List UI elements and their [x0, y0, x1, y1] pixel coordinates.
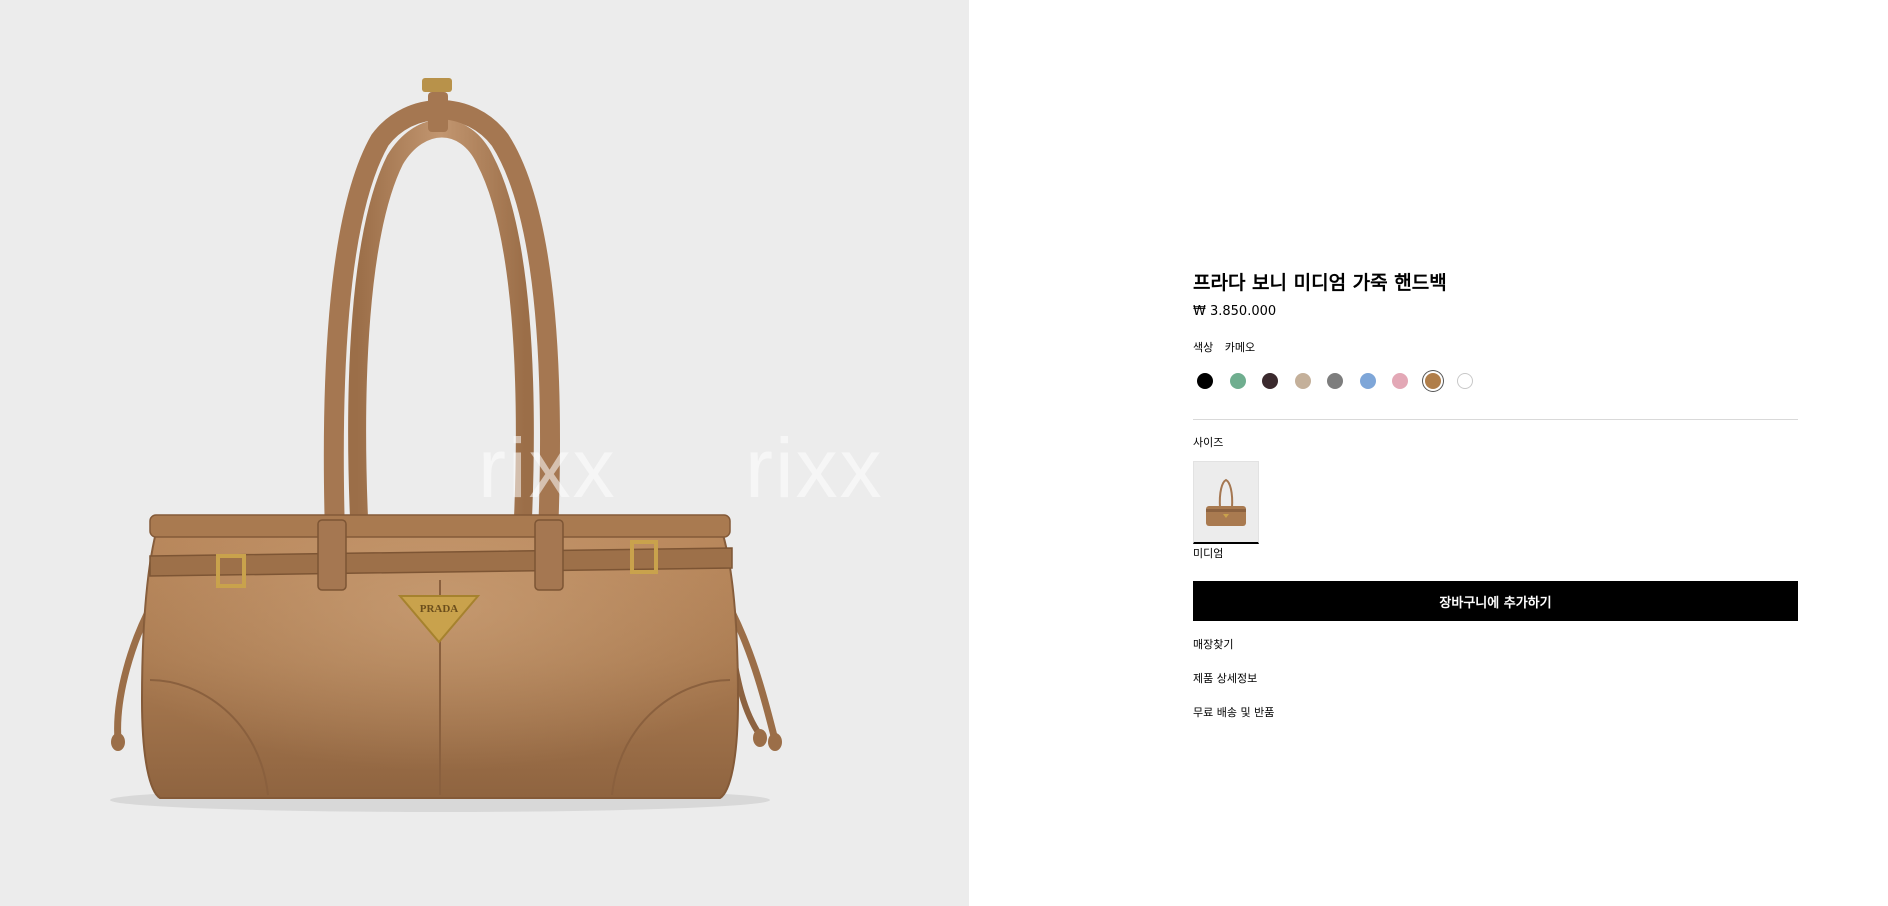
size-label: 사이즈 [1193, 436, 1224, 449]
add-to-cart-button[interactable]: 장바구니에 추가하기 [1193, 581, 1798, 621]
color-swatch-black[interactable] [1197, 373, 1213, 389]
color-swatch-grey[interactable] [1327, 373, 1343, 389]
product-page: PRADA rixx rixx 프라다 보니 미디엄 가죽 핸드백 ₩ 3.85… [0, 0, 1888, 906]
color-swatches [1193, 373, 1798, 389]
color-selector-label: 색상 카메오 [1193, 340, 1798, 356]
divider [1193, 419, 1798, 420]
product-info-panel: 프라다 보니 미디엄 가죽 핸드백 ₩ 3.850.000 색상 카메오 사이즈… [1193, 268, 1798, 739]
info-links: 매장찾기 제품 상세정보 무료 배송 및 반품 [1193, 637, 1798, 721]
product-details: 프라다 보니 미디엄 가죽 핸드백 ₩ 3.850.000 색상 카메오 사이즈… [969, 0, 1888, 906]
selected-color-value: 카메오 [1224, 341, 1256, 354]
size-thumbnail [1193, 461, 1259, 544]
color-swatch-sage-green[interactable] [1229, 373, 1246, 389]
size-option-medium[interactable]: 미디엄 [1193, 461, 1259, 562]
shipping-returns-link[interactable]: 무료 배송 및 반품 [1193, 705, 1798, 721]
product-price: ₩ 3.850.000 [1193, 304, 1277, 319]
product-image: PRADA [110, 78, 782, 812]
color-swatch-pink[interactable] [1392, 373, 1408, 389]
product-image-gallery[interactable]: PRADA rixx rixx [0, 0, 969, 906]
color-label: 색상 [1193, 341, 1214, 354]
size-option-label: 미디엄 [1193, 547, 1224, 560]
color-swatch-dark-brown[interactable] [1262, 373, 1278, 389]
store-locator-link[interactable]: 매장찾기 [1193, 637, 1798, 653]
product-title: 프라다 보니 미디엄 가죽 핸드백 [1193, 272, 1447, 294]
color-swatch-blue[interactable] [1359, 373, 1376, 389]
product-details-link[interactable]: 제품 상세정보 [1193, 671, 1798, 687]
color-swatch-cameo[interactable] [1424, 373, 1441, 389]
svg-text:PRADA: PRADA [420, 603, 459, 615]
color-swatch-white[interactable] [1457, 373, 1473, 389]
color-swatch-beige[interactable] [1294, 373, 1311, 389]
